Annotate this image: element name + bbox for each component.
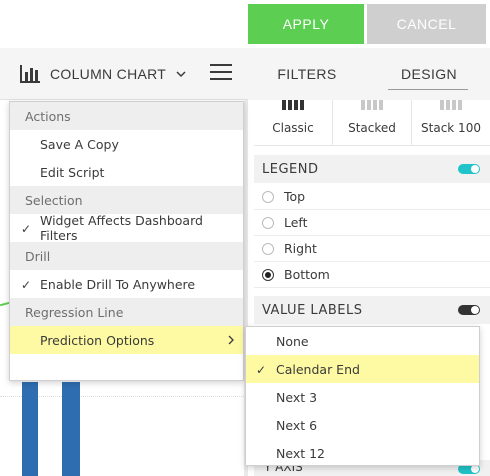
- menu-item-widget-affects-dashboard-filters[interactable]: ✓ Widget Affects Dashboard Filters: [10, 213, 243, 243]
- classic-column-icon: [282, 100, 304, 110]
- menu-item-enable-drill-to-anywhere[interactable]: ✓ Enable Drill To Anywhere: [10, 270, 243, 298]
- header-bar: APPLY CANCEL: [0, 0, 490, 48]
- column-chart-icon: [20, 65, 40, 83]
- chevron-right-icon: [228, 335, 234, 345]
- legend-title: LEGEND: [262, 161, 319, 177]
- menu-section-drill: Drill: [10, 242, 243, 270]
- hamburger-menu-icon[interactable]: [210, 64, 232, 82]
- menu-item-label: Widget Affects Dashboard Filters: [40, 213, 203, 243]
- value-labels-title: VALUE LABELS: [262, 302, 363, 318]
- style-option-label: Stacked: [348, 121, 396, 135]
- radio-button-selected[interactable]: [262, 269, 274, 281]
- apply-button[interactable]: APPLY: [248, 4, 364, 44]
- menu-item-label: Save A Copy: [40, 136, 119, 152]
- menu-item-label: Prediction Options: [40, 332, 155, 348]
- chart-style-options: Classic Stacked Stack 100: [254, 100, 490, 146]
- chart-column-bar: [22, 382, 38, 476]
- style-option-classic[interactable]: Classic: [254, 100, 332, 145]
- tab-design[interactable]: DESIGN: [368, 48, 490, 100]
- menu-section-actions: Actions: [10, 102, 243, 130]
- style-option-stacked[interactable]: Stacked: [332, 100, 411, 145]
- menu-item-save-a-copy[interactable]: Save A Copy: [10, 130, 243, 158]
- legend-position-options: Top Left Right Bottom: [254, 184, 490, 288]
- style-option-label: Classic: [272, 121, 314, 135]
- submenu-item-none[interactable]: None: [246, 327, 479, 355]
- legend-toggle[interactable]: [458, 164, 480, 174]
- value-labels-section-header: VALUE LABELS: [254, 296, 490, 324]
- stack100-column-icon: [440, 100, 462, 110]
- legend-section-header: LEGEND: [254, 155, 490, 183]
- chart-type-label: COLUMN CHART: [50, 66, 167, 82]
- prediction-options-submenu: None ✓ Calendar End Next 3 Next 6 Next 1…: [245, 326, 480, 466]
- widget-toolbar: COLUMN CHART: [0, 48, 248, 100]
- menu-item-edit-script[interactable]: Edit Script: [10, 158, 243, 186]
- value-labels-toggle[interactable]: [458, 305, 480, 315]
- radio-button[interactable]: [262, 243, 274, 255]
- stacked-column-icon: [361, 100, 383, 110]
- submenu-item-label: Next 6: [276, 417, 318, 433]
- legend-option-left[interactable]: Left: [254, 210, 490, 236]
- radio-button[interactable]: [262, 217, 274, 229]
- legend-option-label: Right: [284, 241, 317, 256]
- radio-button[interactable]: [262, 191, 274, 203]
- checkmark-icon: ✓: [21, 222, 32, 236]
- submenu-item-calendar-end[interactable]: ✓ Calendar End: [246, 355, 479, 383]
- chart-type-selector[interactable]: COLUMN CHART: [20, 62, 186, 86]
- legend-option-label: Bottom: [284, 267, 330, 282]
- submenu-item-next-3[interactable]: Next 3: [246, 383, 479, 411]
- submenu-item-label: None: [276, 333, 309, 349]
- legend-option-bottom[interactable]: Bottom: [254, 262, 490, 288]
- menu-section-regression-line: Regression Line: [10, 298, 243, 326]
- tab-filters[interactable]: FILTERS: [248, 48, 366, 100]
- checkmark-icon: ✓: [256, 363, 267, 377]
- menu-item-label: Edit Script: [40, 164, 105, 180]
- checkmark-icon: ✓: [21, 278, 32, 292]
- legend-option-top[interactable]: Top: [254, 184, 490, 210]
- chart-column-bar: [62, 382, 80, 476]
- menu-item-prediction-options[interactable]: Prediction Options: [10, 326, 243, 354]
- submenu-item-next-6[interactable]: Next 6: [246, 411, 479, 439]
- style-option-stack100[interactable]: Stack 100: [411, 100, 490, 145]
- submenu-item-label: Next 12: [276, 445, 325, 461]
- menu-section-selection: Selection: [10, 186, 243, 214]
- submenu-item-label: Calendar End: [276, 361, 360, 377]
- widget-actions-menu: Actions Save A Copy Edit Script Selectio…: [9, 101, 244, 381]
- legend-option-label: Left: [284, 215, 308, 230]
- cancel-button[interactable]: CANCEL: [367, 4, 486, 44]
- menu-item-label: Enable Drill To Anywhere: [40, 276, 196, 292]
- submenu-item-label: Next 3: [276, 389, 318, 405]
- legend-option-right[interactable]: Right: [254, 236, 490, 262]
- legend-option-label: Top: [284, 189, 306, 204]
- editor-tabs: FILTERS DESIGN: [248, 48, 490, 100]
- chevron-down-icon: [176, 71, 186, 78]
- style-option-label: Stack 100: [421, 121, 481, 135]
- submenu-item-next-12[interactable]: Next 12: [246, 439, 479, 467]
